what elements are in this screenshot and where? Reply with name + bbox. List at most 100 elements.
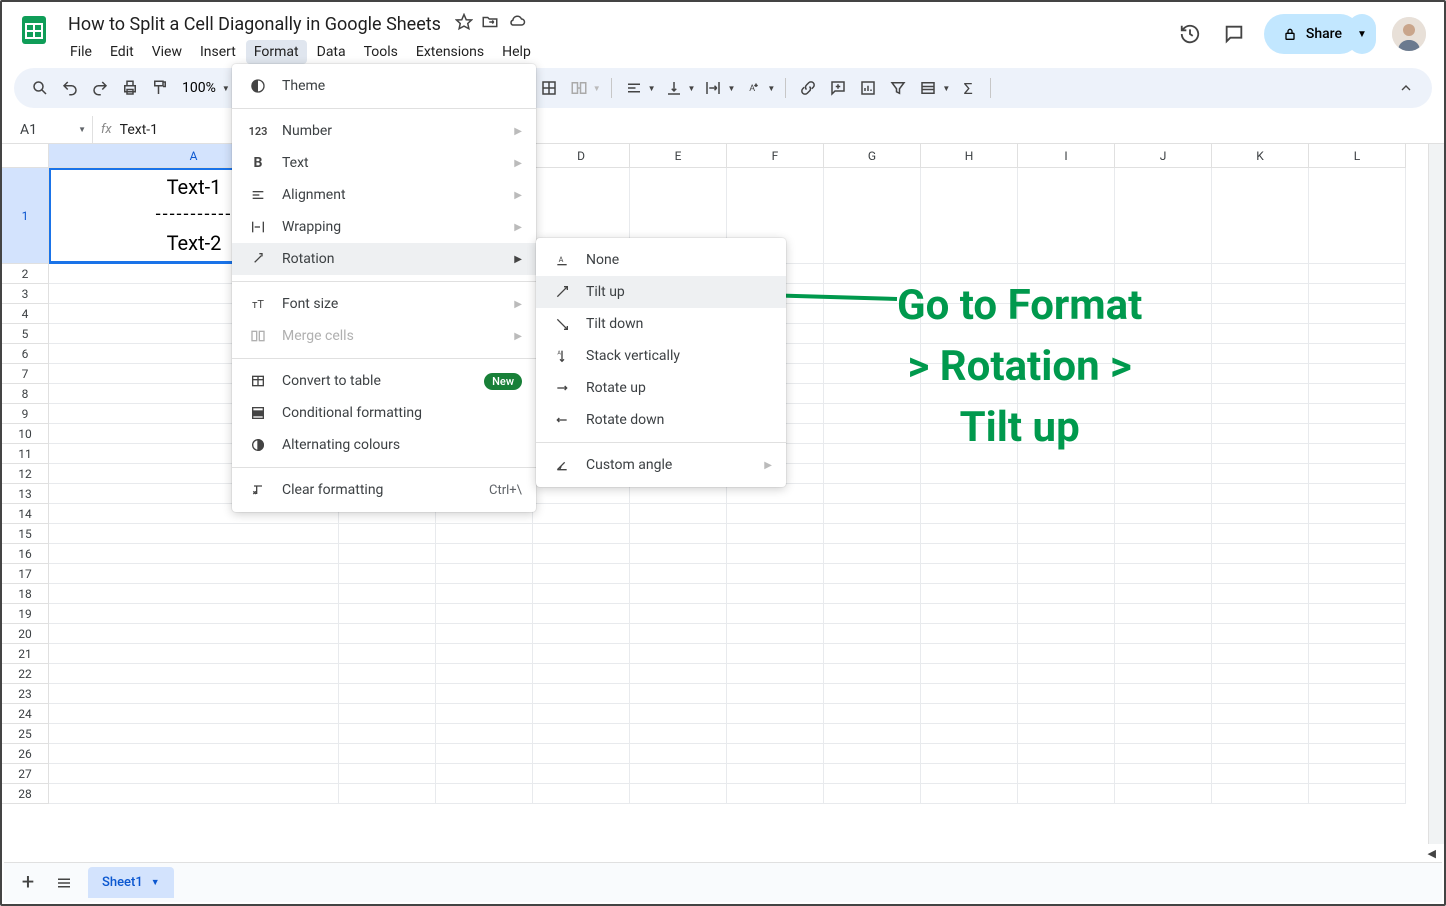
formula-input[interactable]: Text-1 xyxy=(120,122,158,138)
rotation-none[interactable]: ANone xyxy=(536,244,786,276)
vertical-align-icon[interactable] xyxy=(662,74,686,102)
chart-icon[interactable] xyxy=(856,74,880,102)
functions-icon[interactable]: Σ xyxy=(956,74,980,102)
menu-alignment[interactable]: Alignment▶ xyxy=(232,179,536,211)
menu-clear-formatting[interactable]: Clear formattingCtrl+\ xyxy=(232,474,536,506)
row-header[interactable]: 7 xyxy=(2,364,49,384)
borders-icon[interactable] xyxy=(537,74,561,102)
row-header[interactable]: 26 xyxy=(2,744,49,764)
wrap-icon[interactable] xyxy=(701,74,725,102)
row-header[interactable]: 17 xyxy=(2,564,49,584)
row-header[interactable]: 8 xyxy=(2,384,49,404)
menu-theme[interactable]: Theme xyxy=(232,70,536,102)
menu-number[interactable]: 123Number▶ xyxy=(232,115,536,147)
row-header[interactable]: 24 xyxy=(2,704,49,724)
select-all-corner[interactable] xyxy=(2,144,49,168)
merge-cells-icon[interactable] xyxy=(567,74,591,102)
row-header[interactable]: 11 xyxy=(2,444,49,464)
column-header[interactable]: E xyxy=(630,144,727,168)
row-header[interactable]: 19 xyxy=(2,604,49,624)
column-header[interactable]: J xyxy=(1115,144,1212,168)
rotation-custom[interactable]: Custom angle▶ xyxy=(536,449,786,481)
share-dropdown-icon[interactable]: ▼ xyxy=(1348,14,1376,54)
column-header[interactable]: G xyxy=(824,144,921,168)
comments-icon[interactable] xyxy=(1220,20,1248,48)
menu-format[interactable]: Format xyxy=(246,40,307,64)
document-title[interactable]: How to Split a Cell Diagonally in Google… xyxy=(62,12,447,37)
sheet-tab[interactable]: Sheet1▼ xyxy=(88,867,174,898)
row-header[interactable]: 14 xyxy=(2,504,49,524)
filter-icon[interactable] xyxy=(886,74,910,102)
zoom-level[interactable]: 100% xyxy=(178,80,220,96)
row-header[interactable]: 18 xyxy=(2,584,49,604)
row-header[interactable]: 4 xyxy=(2,304,49,324)
row-header[interactable]: 22 xyxy=(2,664,49,684)
menu-data[interactable]: Data xyxy=(309,40,354,64)
row-header[interactable]: 13 xyxy=(2,484,49,504)
row-header[interactable]: 5 xyxy=(2,324,49,344)
row-header[interactable]: 12 xyxy=(2,464,49,484)
rotation-rotate-down[interactable]: Rotate down xyxy=(536,404,786,436)
row-header[interactable]: 9 xyxy=(2,404,49,424)
row-header[interactable]: 2 xyxy=(2,264,49,284)
menu-tools[interactable]: Tools xyxy=(356,40,406,64)
search-icon[interactable] xyxy=(28,74,52,102)
menu-alt-colours[interactable]: Alternating colours xyxy=(232,429,536,461)
collapse-toolbar-icon[interactable] xyxy=(1394,74,1418,102)
column-header[interactable]: I xyxy=(1018,144,1115,168)
row-header[interactable]: 21 xyxy=(2,644,49,664)
table-view-icon[interactable] xyxy=(916,74,940,102)
column-header[interactable]: L xyxy=(1309,144,1406,168)
menu-insert[interactable]: Insert xyxy=(192,40,244,64)
rotation-icon[interactable]: A xyxy=(741,74,765,102)
horizontal-align-icon[interactable] xyxy=(622,74,646,102)
redo-icon[interactable] xyxy=(88,74,112,102)
comment-icon[interactable] xyxy=(826,74,850,102)
menu-font-size[interactable]: тTFont size▶ xyxy=(232,288,536,320)
history-icon[interactable] xyxy=(1176,20,1204,48)
row-header[interactable]: 27 xyxy=(2,764,49,784)
menu-extensions[interactable]: Extensions xyxy=(408,40,492,64)
row-header[interactable]: 3 xyxy=(2,284,49,304)
menu-wrapping[interactable]: Wrapping▶ xyxy=(232,211,536,243)
rotation-stack[interactable]: AStack vertically xyxy=(536,340,786,372)
menu-conditional-format[interactable]: Conditional formatting xyxy=(232,397,536,429)
undo-icon[interactable] xyxy=(58,74,82,102)
row-header[interactable]: 16 xyxy=(2,544,49,564)
row-header[interactable]: 6 xyxy=(2,344,49,364)
share-button[interactable]: Share xyxy=(1264,14,1360,54)
row-header[interactable]: 28 xyxy=(2,784,49,804)
menu-view[interactable]: View xyxy=(144,40,190,64)
menu-help[interactable]: Help xyxy=(494,40,539,64)
paint-format-icon[interactable] xyxy=(148,74,172,102)
scroll-left-icon[interactable]: ◀ xyxy=(1428,847,1436,860)
rotation-tilt-down[interactable]: Tilt down xyxy=(536,308,786,340)
link-icon[interactable] xyxy=(796,74,820,102)
sheets-logo[interactable] xyxy=(14,10,54,50)
move-icon[interactable] xyxy=(481,13,499,35)
print-icon[interactable] xyxy=(118,74,142,102)
rotation-rotate-up[interactable]: Rotate up xyxy=(536,372,786,404)
account-avatar[interactable] xyxy=(1392,17,1426,51)
menu-file[interactable]: File xyxy=(62,40,100,64)
column-header[interactable]: H xyxy=(921,144,1018,168)
row-headers[interactable]: 1234567891011121314151617181920212223242… xyxy=(2,168,49,844)
column-header[interactable]: D xyxy=(533,144,630,168)
column-header[interactable]: F xyxy=(727,144,824,168)
column-header[interactable]: K xyxy=(1212,144,1309,168)
menu-edit[interactable]: Edit xyxy=(102,40,142,64)
menu-rotation[interactable]: Rotation▶ xyxy=(232,243,536,275)
star-icon[interactable] xyxy=(455,13,473,35)
row-header[interactable]: 10 xyxy=(2,424,49,444)
name-box[interactable]: A1▼ xyxy=(14,120,92,140)
menu-convert-table[interactable]: Convert to tableNew xyxy=(232,365,536,397)
row-header[interactable]: 20 xyxy=(2,624,49,644)
all-sheets-icon[interactable] xyxy=(52,869,76,897)
row-header[interactable]: 25 xyxy=(2,724,49,744)
row-header[interactable]: 15 xyxy=(2,524,49,544)
rotation-tilt-up[interactable]: Tilt up xyxy=(536,276,786,308)
cloud-status-icon[interactable] xyxy=(507,13,527,35)
row-header[interactable]: 1 xyxy=(2,168,49,264)
row-header[interactable]: 23 xyxy=(2,684,49,704)
vertical-scrollbar[interactable] xyxy=(1428,144,1444,844)
